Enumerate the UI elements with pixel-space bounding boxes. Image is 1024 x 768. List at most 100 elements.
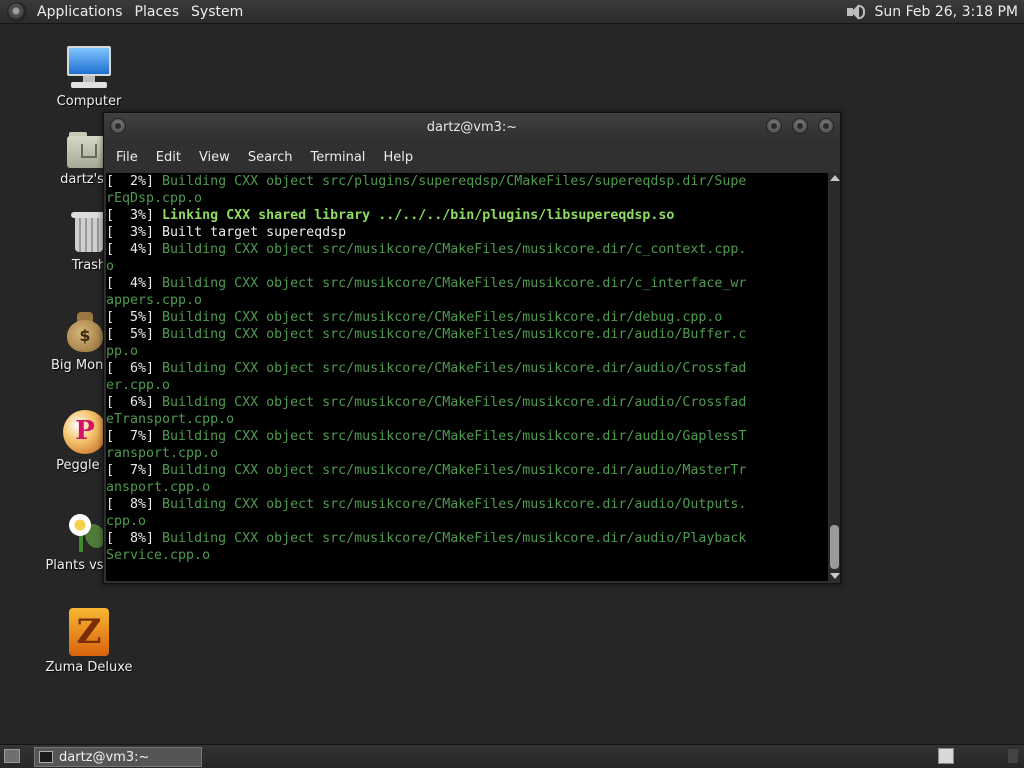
progress-prefix: [ 6%]: [106, 395, 163, 410]
menu-terminal[interactable]: Terminal: [301, 150, 374, 165]
terminal-line: [ 2%] Building CXX object src/plugins/su…: [106, 173, 828, 190]
terminal-scrollbar[interactable]: [829, 173, 840, 581]
terminal-line-text: appers.cpp.o: [106, 293, 203, 308]
terminal-line: eTransport.cpp.o: [106, 411, 828, 428]
clock[interactable]: Sun Feb 26, 3:18 PM: [875, 4, 1018, 20]
terminal-icon: [39, 751, 53, 763]
terminal-line: [ 4%] Building CXX object src/musikcore/…: [106, 275, 828, 292]
progress-prefix: [ 8%]: [106, 531, 163, 546]
terminal-line-text: ansport.cpp.o: [106, 480, 211, 495]
terminal-line-text: Building CXX object src/musikcore/CMakeF…: [162, 242, 747, 257]
terminal-line-text: Building CXX object src/musikcore/CMakeF…: [162, 531, 747, 546]
terminal-line: [ 4%] Building CXX object src/musikcore/…: [106, 241, 828, 258]
menu-places[interactable]: Places: [129, 0, 186, 24]
terminal-line: [ 8%] Building CXX object src/musikcore/…: [106, 530, 828, 547]
terminal-line-text: o: [106, 259, 115, 274]
desktop-icon-zuma[interactable]: Z Zuma Deluxe: [34, 608, 144, 675]
terminal-line-text: Building CXX object src/musikcore/CMakeF…: [162, 276, 747, 291]
terminal-line-text: Building CXX object src/musikcore/CMakeF…: [162, 310, 723, 325]
maximize-button[interactable]: [792, 118, 808, 134]
desktop-icon-computer[interactable]: Computer: [34, 46, 144, 109]
menu-search[interactable]: Search: [239, 150, 302, 165]
progress-prefix: [ 3%]: [106, 208, 163, 223]
terminal-line: cpp.o: [106, 513, 828, 530]
progress-prefix: [ 4%]: [106, 242, 163, 257]
plants-icon: [63, 510, 107, 554]
terminal-line: appers.cpp.o: [106, 292, 828, 309]
minimize-button[interactable]: [766, 118, 782, 134]
terminal-line: ransport.cpp.o: [106, 445, 828, 462]
terminal-line-text: Building CXX object src/musikcore/CMakeF…: [162, 361, 747, 376]
terminal-line-text: Building CXX object src/musikcore/CMakeF…: [162, 395, 747, 410]
panel-handle: [1008, 749, 1018, 763]
progress-prefix: [ 7%]: [106, 463, 163, 478]
window-title-bar[interactable]: dartz@vm3:~: [104, 113, 840, 143]
bottom-panel: dartz@vm3:~: [0, 744, 1024, 768]
desktop-icon-label: Computer: [56, 94, 122, 109]
terminal-line: er.cpp.o: [106, 377, 828, 394]
zuma-icon: Z: [69, 608, 109, 656]
terminal-window[interactable]: dartz@vm3:~ File Edit View Search Termin…: [103, 112, 841, 584]
terminal-line-text: Service.cpp.o: [106, 548, 211, 563]
menu-system[interactable]: System: [185, 0, 249, 24]
window-title: dartz@vm3:~: [426, 120, 518, 135]
progress-prefix: [ 3%]: [106, 225, 163, 240]
scroll-up-icon[interactable]: [830, 175, 840, 181]
terminal-line: [ 5%] Building CXX object src/musikcore/…: [106, 309, 828, 326]
terminal-line: [ 7%] Building CXX object src/musikcore/…: [106, 428, 828, 445]
terminal-line-text: Building CXX object src/plugins/supereqd…: [162, 174, 747, 189]
terminal-line: [ 3%] Linking CXX shared library ../../.…: [106, 207, 828, 224]
terminal-line-text: Linking CXX shared library ../../../bin/…: [162, 208, 675, 223]
top-panel: Applications Places System Sun Feb 26, 3…: [0, 0, 1024, 24]
terminal-line: [ 3%] Built target supereqdsp: [106, 224, 828, 241]
terminal-line-text: rEqDsp.cpp.o: [106, 191, 203, 206]
money-bag-icon: $: [65, 310, 105, 354]
taskbar-terminal-button[interactable]: dartz@vm3:~: [34, 747, 202, 767]
terminal-line: [ 5%] Building CXX object src/musikcore/…: [106, 326, 828, 343]
show-desktop-icon[interactable]: [4, 749, 20, 763]
terminal-line-text: pp.o: [106, 344, 139, 359]
menu-applications[interactable]: Applications: [31, 0, 129, 24]
computer-icon: [65, 46, 113, 90]
scroll-down-icon[interactable]: [830, 573, 840, 579]
progress-prefix: [ 6%]: [106, 361, 163, 376]
progress-prefix: [ 4%]: [106, 276, 163, 291]
progress-prefix: [ 7%]: [106, 429, 163, 444]
menu-file[interactable]: File: [107, 150, 147, 165]
menu-help[interactable]: Help: [374, 150, 422, 165]
menu-edit[interactable]: Edit: [147, 150, 190, 165]
progress-prefix: [ 5%]: [106, 310, 163, 325]
terminal-line-text: ransport.cpp.o: [106, 446, 219, 461]
terminal-line-text: Built target supereqdsp: [162, 225, 347, 240]
progress-prefix: [ 2%]: [106, 174, 163, 189]
terminal-line-text: cpp.o: [106, 514, 147, 529]
terminal-line-text: Building CXX object src/musikcore/CMakeF…: [162, 497, 747, 512]
workspace-switcher[interactable]: [938, 748, 954, 764]
terminal-line: pp.o: [106, 343, 828, 360]
terminal-line: o: [106, 258, 828, 275]
close-button[interactable]: [818, 118, 834, 134]
speaker-volume-icon[interactable]: [845, 2, 867, 22]
panel-tray: Sun Feb 26, 3:18 PM: [845, 2, 1024, 22]
peggle-icon: P: [63, 410, 107, 454]
desktop-icon-label: Zuma Deluxe: [45, 660, 133, 675]
trash-icon: [71, 210, 107, 254]
terminal-line-text: er.cpp.o: [106, 378, 171, 393]
taskbar-label: dartz@vm3:~: [59, 749, 150, 765]
terminal-text: [ 2%] Building CXX object src/plugins/su…: [106, 173, 828, 564]
gnome-foot-icon[interactable]: [7, 1, 27, 22]
terminal-line-text: eTransport.cpp.o: [106, 412, 235, 427]
terminal-menu-bar: File Edit View Search Terminal Help: [104, 143, 840, 171]
terminal-line: Service.cpp.o: [106, 547, 828, 564]
terminal-line: [ 8%] Building CXX object src/musikcore/…: [106, 496, 828, 513]
terminal-line-text: Building CXX object src/musikcore/CMakeF…: [162, 429, 747, 444]
terminal-output[interactable]: [ 2%] Building CXX object src/plugins/su…: [106, 173, 828, 581]
scrollbar-thumb[interactable]: [830, 525, 839, 569]
terminal-line: [ 6%] Building CXX object src/musikcore/…: [106, 394, 828, 411]
terminal-line-text: Building CXX object src/musikcore/CMakeF…: [162, 463, 747, 478]
terminal-line-text: Building CXX object src/musikcore/CMakeF…: [162, 327, 747, 342]
terminal-line: [ 6%] Building CXX object src/musikcore/…: [106, 360, 828, 377]
progress-prefix: [ 5%]: [106, 327, 163, 342]
terminal-line: [ 7%] Building CXX object src/musikcore/…: [106, 462, 828, 479]
menu-view[interactable]: View: [190, 150, 239, 165]
